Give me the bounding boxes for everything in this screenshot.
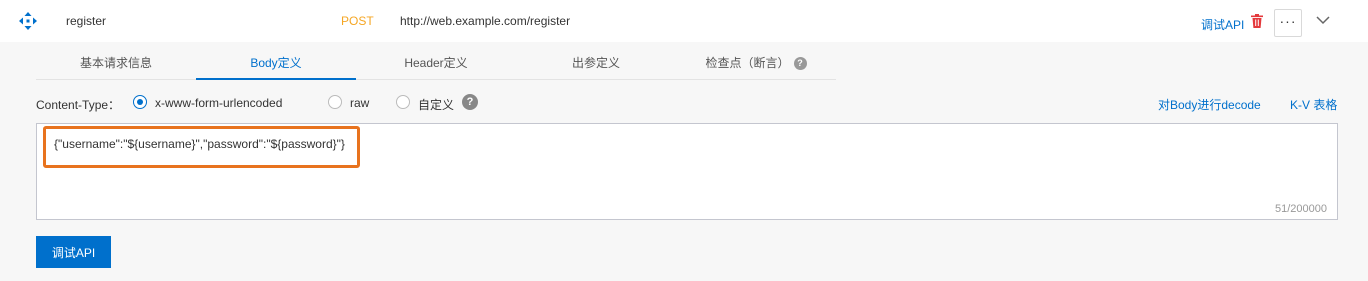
decode-body-link[interactable]: 对Body进行decode: [1158, 96, 1261, 113]
radio-label: raw: [350, 96, 370, 110]
tab-basic-request-info[interactable]: 基本请求信息: [36, 46, 196, 80]
api-name: register: [66, 14, 107, 28]
help-icon[interactable]: ?: [793, 57, 807, 71]
definition-tabs: 基本请求信息 Body定义 Header定义 出参定义 检查点（断言）?: [36, 46, 836, 80]
http-method: POST: [341, 14, 374, 28]
api-url: http://web.example.com/register: [400, 14, 571, 28]
chevron-down-icon[interactable]: [1316, 14, 1330, 26]
api-header-row: register POST http://web.example.com/reg…: [0, 0, 1368, 42]
radio-dot: [328, 95, 342, 109]
tab-header-definition[interactable]: Header定义: [356, 46, 516, 80]
tab-label: Header定义: [404, 56, 468, 70]
tab-checkpoint-assertion[interactable]: 检查点（断言）?: [676, 46, 836, 80]
trash-icon[interactable]: [1251, 14, 1263, 28]
kv-table-link[interactable]: K-V 表格: [1290, 96, 1337, 113]
tab-label: 基本请求信息: [79, 56, 152, 70]
body-editor-value[interactable]: {"username":"${username}","password":"${…: [54, 137, 345, 151]
char-counter: 51/200000: [1275, 203, 1327, 215]
tab-label: 检查点（断言）: [705, 56, 790, 70]
radio-label: x-www-form-urlencoded: [155, 96, 283, 110]
move-icon[interactable]: [18, 11, 38, 31]
radio-dot: [396, 95, 410, 109]
tab-output-params[interactable]: 出参定义: [516, 46, 676, 80]
content-type-label: Content-Type：: [36, 98, 121, 112]
radio-label: 自定义: [418, 98, 455, 112]
tab-body-definition[interactable]: Body定义: [196, 46, 356, 80]
tab-label: 出参定义: [571, 56, 620, 70]
help-icon[interactable]: ?: [462, 94, 478, 110]
debug-api-link[interactable]: 调试API: [1201, 16, 1244, 33]
body-editor[interactable]: {"username":"${username}","password":"${…: [36, 123, 1338, 220]
radio-dot: [133, 95, 147, 109]
tab-label: Body定义: [250, 56, 302, 70]
more-actions-button[interactable]: ···: [1274, 9, 1302, 37]
debug-api-button[interactable]: 调试API: [36, 236, 111, 268]
